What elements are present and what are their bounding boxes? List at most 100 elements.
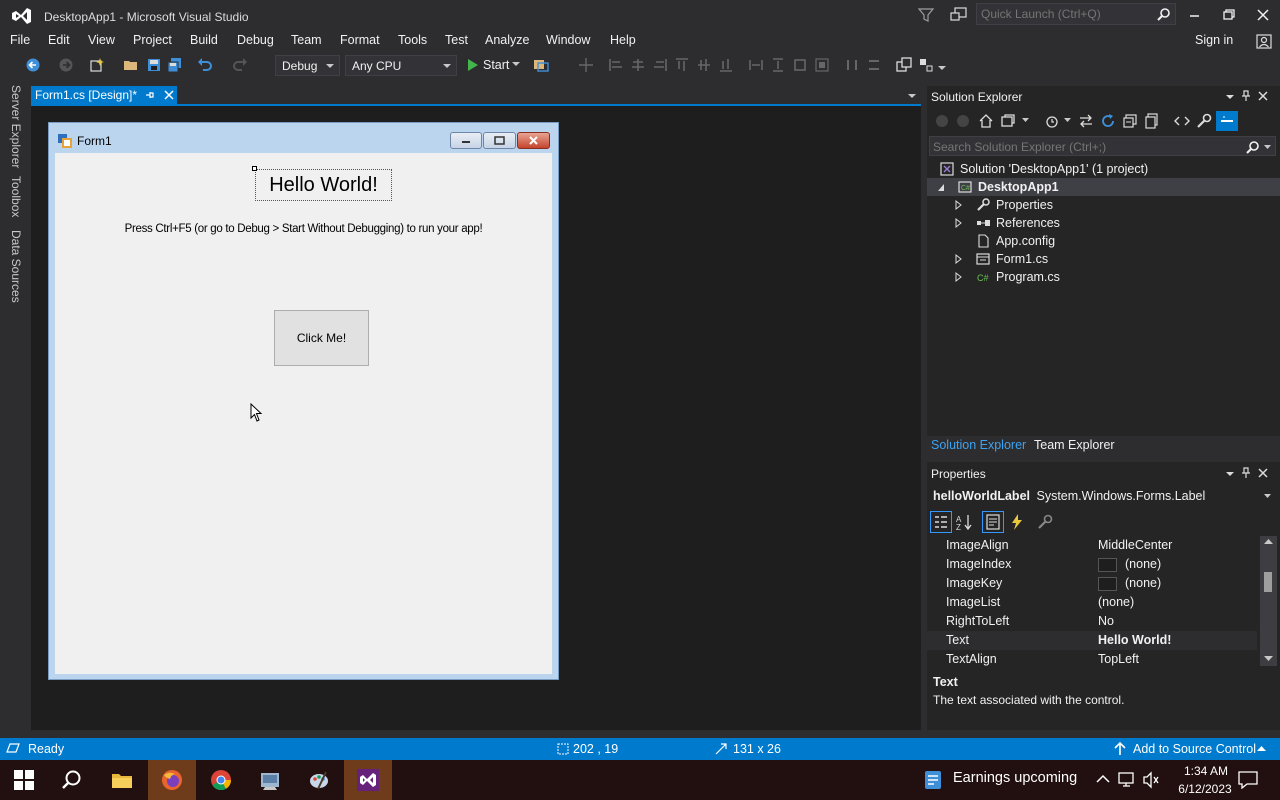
forward-icon[interactable] bbox=[956, 114, 970, 128]
control-panel-icon[interactable] bbox=[246, 760, 294, 800]
form-maximize-button[interactable] bbox=[483, 132, 516, 149]
tab-solution-explorer[interactable]: Solution Explorer bbox=[931, 438, 1026, 452]
account-icon[interactable] bbox=[1256, 33, 1272, 49]
property-row[interactable]: ImageAlign MiddleCenter bbox=[927, 536, 1257, 555]
tree-row-program[interactable]: C# Program.cs bbox=[927, 268, 1280, 286]
chrome-icon[interactable] bbox=[197, 760, 245, 800]
make-same-size-icon[interactable] bbox=[792, 57, 808, 73]
minimize-window-button[interactable] bbox=[1178, 4, 1212, 26]
align-tops-icon[interactable] bbox=[674, 57, 690, 73]
bring-to-front-icon[interactable] bbox=[896, 57, 912, 73]
window-position-dropdown-icon[interactable] bbox=[1224, 90, 1236, 102]
property-row-selected[interactable]: Text Hello World! bbox=[927, 631, 1257, 650]
menu-project[interactable]: Project bbox=[133, 33, 172, 47]
scroll-up-icon[interactable] bbox=[1264, 539, 1273, 545]
undo-icon[interactable] bbox=[197, 57, 213, 73]
show-all-files-icon[interactable] bbox=[1144, 113, 1160, 129]
property-value[interactable]: MiddleCenter bbox=[1098, 538, 1172, 552]
align-middles-icon[interactable] bbox=[696, 57, 712, 73]
tree-row-properties[interactable]: Properties bbox=[927, 196, 1280, 214]
volume-icon[interactable] bbox=[1142, 771, 1160, 789]
add-to-source-control-button[interactable]: Add to Source Control bbox=[1133, 742, 1256, 756]
properties-scrollbar[interactable] bbox=[1260, 536, 1277, 666]
search-options-dropdown-icon[interactable] bbox=[1264, 145, 1271, 150]
menu-test[interactable]: Test bbox=[445, 33, 468, 47]
preview-selected-items-icon[interactable] bbox=[1216, 111, 1238, 131]
chevron-down-icon[interactable] bbox=[512, 62, 520, 68]
quick-launch-input[interactable] bbox=[981, 6, 1151, 22]
view-code-icon[interactable] bbox=[1174, 113, 1190, 129]
tab-team-explorer[interactable]: Team Explorer bbox=[1034, 438, 1115, 452]
sign-in-link[interactable]: Sign in bbox=[1195, 33, 1233, 47]
navigate-back-icon[interactable] bbox=[25, 57, 41, 73]
form-minimize-button[interactable] bbox=[450, 132, 482, 149]
collapse-all-icon[interactable] bbox=[1122, 113, 1138, 129]
solution-search-input[interactable] bbox=[933, 139, 1233, 155]
vertical-spacing-icon[interactable] bbox=[866, 57, 882, 73]
align-to-grid-icon[interactable] bbox=[578, 57, 594, 73]
windows-start-icon[interactable] bbox=[0, 760, 48, 800]
upload-arrow-icon[interactable] bbox=[1114, 742, 1126, 756]
window-position-dropdown-icon[interactable] bbox=[1224, 467, 1236, 479]
chevron-down-icon[interactable] bbox=[1064, 118, 1071, 123]
navigate-forward-icon[interactable] bbox=[58, 57, 74, 73]
property-value-with-swatch[interactable]: (none) bbox=[1098, 557, 1161, 572]
save-all-icon[interactable] bbox=[167, 57, 183, 73]
tree-row-solution[interactable]: Solution 'DesktopApp1' (1 project) bbox=[927, 160, 1280, 178]
document-list-dropdown-icon[interactable] bbox=[907, 92, 917, 100]
new-project-icon[interactable] bbox=[89, 57, 105, 73]
make-same-width-icon[interactable] bbox=[748, 57, 764, 73]
back-icon[interactable] bbox=[935, 114, 949, 128]
paint-icon[interactable] bbox=[295, 760, 343, 800]
redo-icon[interactable] bbox=[232, 57, 248, 73]
property-row[interactable]: ImageIndex (none) bbox=[927, 555, 1257, 574]
news-weather-icon[interactable] bbox=[924, 770, 942, 790]
start-button[interactable]: Start bbox=[483, 58, 509, 72]
network-icon[interactable] bbox=[1118, 771, 1136, 789]
document-tab-form1-design[interactable]: Form1.cs [Design]* bbox=[31, 86, 177, 105]
property-value[interactable]: (none) bbox=[1098, 595, 1134, 609]
horizontal-spacing-icon[interactable] bbox=[844, 57, 860, 73]
quick-launch-box[interactable] bbox=[976, 3, 1176, 25]
properties-wrench-icon[interactable] bbox=[1196, 113, 1212, 129]
menu-help[interactable]: Help bbox=[610, 33, 636, 47]
property-value-with-swatch[interactable]: (none) bbox=[1098, 576, 1161, 591]
feedback-icon[interactable] bbox=[949, 6, 969, 24]
selection-handle[interactable] bbox=[252, 166, 257, 171]
events-lightning-icon[interactable] bbox=[1008, 513, 1026, 531]
menu-file[interactable]: File bbox=[10, 33, 30, 47]
menu-format[interactable]: Format bbox=[340, 33, 380, 47]
property-pages-wrench-icon[interactable] bbox=[1036, 513, 1054, 531]
save-icon[interactable] bbox=[146, 57, 162, 73]
collapsed-arrow-icon[interactable] bbox=[955, 200, 963, 210]
tree-row-references[interactable]: References bbox=[927, 214, 1280, 232]
tree-row-project[interactable]: C# DesktopApp1 bbox=[927, 178, 1280, 196]
property-row[interactable]: ImageList (none) bbox=[927, 593, 1257, 612]
chevron-up-icon[interactable] bbox=[1257, 746, 1266, 752]
chevron-down-icon[interactable] bbox=[1022, 118, 1029, 123]
menu-edit[interactable]: Edit bbox=[48, 33, 70, 47]
data-sources-tab[interactable]: Data Sources bbox=[9, 230, 23, 303]
property-value[interactable]: TopLeft bbox=[1098, 652, 1139, 666]
expanded-arrow-icon[interactable] bbox=[937, 182, 945, 192]
object-selector-dropdown-icon[interactable] bbox=[1264, 494, 1271, 499]
collapsed-arrow-icon[interactable] bbox=[955, 272, 963, 282]
home-icon[interactable] bbox=[978, 113, 994, 129]
visual-studio-taskbar-icon[interactable] bbox=[344, 760, 392, 800]
file-explorer-icon[interactable] bbox=[98, 760, 146, 800]
taskbar-clock-date[interactable]: 6/12/2023 bbox=[1167, 782, 1243, 796]
restore-window-button[interactable] bbox=[1212, 4, 1246, 26]
refresh-icon[interactable] bbox=[1100, 113, 1116, 129]
alphabetical-icon[interactable]: AZ bbox=[956, 513, 974, 531]
make-same-height-icon[interactable] bbox=[770, 57, 786, 73]
form-close-button[interactable] bbox=[517, 132, 550, 149]
menu-tools[interactable]: Tools bbox=[398, 33, 427, 47]
solution-search-box[interactable] bbox=[929, 136, 1276, 156]
news-widget[interactable]: Earnings upcoming bbox=[953, 770, 1077, 786]
taskbar-clock-time[interactable]: 1:34 AM bbox=[1172, 764, 1240, 778]
browser-link-icon[interactable] bbox=[533, 57, 549, 73]
menu-view[interactable]: View bbox=[88, 33, 115, 47]
tab-order-icon[interactable] bbox=[918, 57, 934, 73]
search-icon[interactable] bbox=[48, 760, 96, 800]
pin-icon[interactable] bbox=[145, 90, 155, 100]
